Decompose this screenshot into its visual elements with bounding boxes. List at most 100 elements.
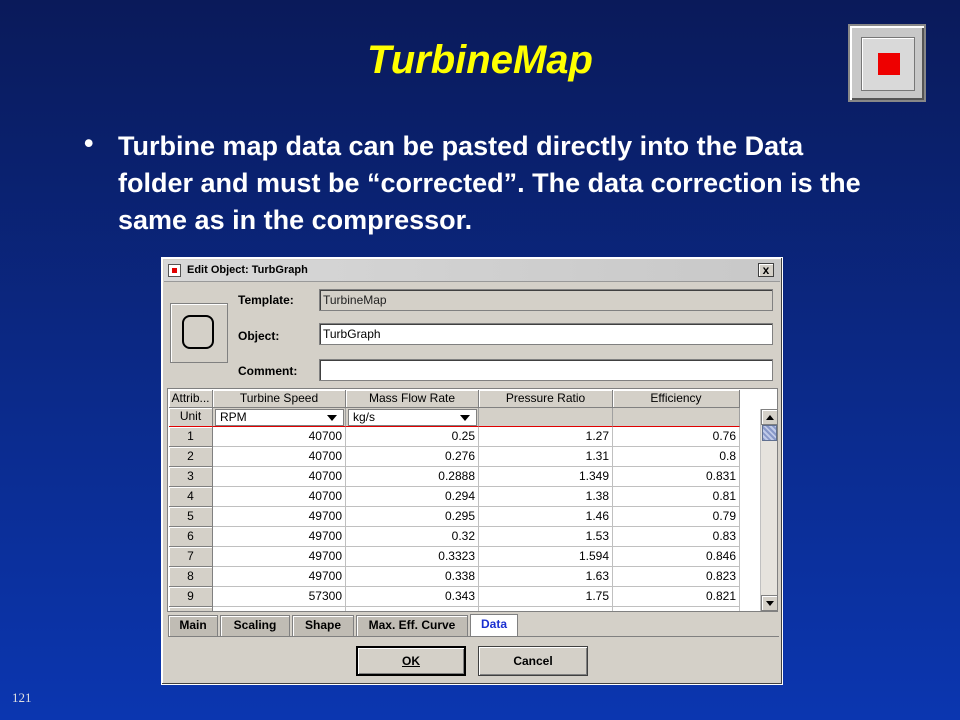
cell-pr[interactable]: 1.349 <box>479 467 613 487</box>
edit-object-dialog: Edit Object: TurbGraph x Template: Turbi… <box>161 257 783 685</box>
row-number[interactable]: 6 <box>169 527 213 547</box>
header-efficiency[interactable]: Efficiency <box>613 390 740 408</box>
tab-data[interactable]: Data <box>470 614 518 636</box>
cell-speed[interactable]: 49700 <box>213 527 346 547</box>
cell-speed[interactable]: 40700 <box>213 487 346 507</box>
scroll-thumb[interactable] <box>762 425 777 441</box>
table-row[interactable]: 5 49700 0.295 1.46 0.79 <box>169 507 759 527</box>
table-row[interactable]: 9 57300 0.343 1.75 0.821 <box>169 587 759 607</box>
cell-flow[interactable]: 0.32 <box>346 527 479 547</box>
dropdown-arrow-icon <box>327 415 337 421</box>
cell-pr[interactable]: 1.27 <box>479 427 613 447</box>
unit-label: Unit <box>169 408 213 427</box>
page-number: 121 <box>12 690 32 705</box>
comment-field[interactable] <box>319 359 773 381</box>
header-turbine-speed[interactable]: Turbine Speed <box>213 390 346 408</box>
cell-pr[interactable]: 1.75 <box>479 587 613 607</box>
cell-eff[interactable]: 0.831 <box>613 467 740 487</box>
row-number[interactable]: 2 <box>169 447 213 467</box>
cell-eff[interactable]: 0.79 <box>613 507 740 527</box>
cell-pr[interactable]: 1.63 <box>479 567 613 587</box>
tab-scaling[interactable]: Scaling <box>220 615 290 636</box>
cell-flow[interactable]: 0.343 <box>346 587 479 607</box>
header-mass-flow-rate[interactable]: Mass Flow Rate <box>346 390 479 408</box>
row-number[interactable]: 8 <box>169 567 213 587</box>
table-scrollbar[interactable] <box>760 409 777 611</box>
scroll-up-icon[interactable] <box>761 409 777 425</box>
cell-pr[interactable]: 1.38 <box>479 487 613 507</box>
ok-button[interactable]: OK <box>356 646 466 676</box>
object-label: Object: <box>238 329 280 343</box>
tab-divider <box>168 636 779 637</box>
table-row[interactable]: 8 49700 0.338 1.63 0.823 <box>169 567 759 587</box>
tab-main[interactable]: Main <box>168 615 218 636</box>
flow-unit-value: kg/s <box>353 410 376 424</box>
cell-speed[interactable]: 40700 <box>213 427 346 447</box>
cell-flow[interactable]: 0.3323 <box>346 547 479 567</box>
cell-flow[interactable]: 0.294 <box>346 487 479 507</box>
slide-title: TurbineMap <box>367 38 593 82</box>
dropdown-arrow-icon <box>460 415 470 421</box>
header-pressure-ratio[interactable]: Pressure Ratio <box>479 390 613 408</box>
cell-flow[interactable] <box>346 607 479 611</box>
cancel-button[interactable]: Cancel <box>478 646 588 676</box>
cell-speed[interactable] <box>213 607 346 611</box>
cell-speed[interactable]: 40700 <box>213 467 346 487</box>
stop-square <box>878 53 900 75</box>
cell-speed[interactable]: 49700 <box>213 567 346 587</box>
cell-speed[interactable]: 57300 <box>213 587 346 607</box>
cell-flow[interactable]: 0.338 <box>346 567 479 587</box>
cell-eff[interactable]: 0.81 <box>613 487 740 507</box>
close-icon[interactable]: x <box>758 263 774 277</box>
tab-max-eff-curve[interactable]: Max. Eff. Curve <box>356 615 468 636</box>
cell-eff[interactable]: 0.821 <box>613 587 740 607</box>
cell-flow[interactable]: 0.295 <box>346 507 479 527</box>
object-field[interactable]: TurbGraph <box>319 323 773 345</box>
table-row[interactable]: 1 40700 0.25 1.27 0.76 <box>169 427 759 447</box>
table-row[interactable]: 4 40700 0.294 1.38 0.81 <box>169 487 759 507</box>
table-row[interactable]: 3 40700 0.2888 1.349 0.831 <box>169 467 759 487</box>
row-number[interactable] <box>169 607 213 611</box>
cell-eff[interactable]: 0.76 <box>613 427 740 447</box>
cell-pr[interactable]: 1.53 <box>479 527 613 547</box>
dialog-title: Edit Object: TurbGraph <box>187 264 308 276</box>
table-row[interactable]: 6 49700 0.32 1.53 0.83 <box>169 527 759 547</box>
cell-speed[interactable]: 49700 <box>213 547 346 567</box>
table-row[interactable] <box>169 607 759 611</box>
cell-eff[interactable]: 0.83 <box>613 527 740 547</box>
cell-eff[interactable]: 0.823 <box>613 567 740 587</box>
cell-flow[interactable]: 0.2888 <box>346 467 479 487</box>
cell-eff[interactable]: 0.8 <box>613 447 740 467</box>
row-number[interactable]: 3 <box>169 467 213 487</box>
table-row[interactable]: 7 49700 0.3323 1.594 0.846 <box>169 547 759 567</box>
cell-eff[interactable] <box>613 607 740 611</box>
stop-button[interactable] <box>848 24 926 102</box>
cell-flow[interactable]: 0.25 <box>346 427 479 447</box>
row-number[interactable]: 7 <box>169 547 213 567</box>
cell-speed[interactable]: 49700 <box>213 507 346 527</box>
header-attrib[interactable]: Attrib... <box>169 390 213 408</box>
cell-pr[interactable]: 1.46 <box>479 507 613 527</box>
row-number[interactable]: 4 <box>169 487 213 507</box>
ok-label: OK <box>402 654 420 668</box>
row-number[interactable]: 9 <box>169 587 213 607</box>
cell-speed[interactable]: 40700 <box>213 447 346 467</box>
bullet-text: Turbine map data can be pasted directly … <box>118 131 861 235</box>
dialog-titlebar[interactable]: Edit Object: TurbGraph x <box>164 260 780 282</box>
comment-label: Comment: <box>238 364 298 378</box>
cell-pr[interactable]: 1.31 <box>479 447 613 467</box>
row-number[interactable]: 1 <box>169 427 213 447</box>
cell-eff[interactable]: 0.846 <box>613 547 740 567</box>
flow-unit-select[interactable]: kg/s <box>348 409 477 426</box>
cell-pr[interactable]: 1.594 <box>479 547 613 567</box>
cell-flow[interactable]: 0.276 <box>346 447 479 467</box>
tab-shape[interactable]: Shape <box>292 615 354 636</box>
object-preview <box>170 303 228 363</box>
bullet-marker: • <box>84 128 94 158</box>
table-row[interactable]: 2 40700 0.276 1.31 0.8 <box>169 447 759 467</box>
row-number[interactable]: 5 <box>169 507 213 527</box>
cell-pr[interactable] <box>479 607 613 611</box>
unit-cell-pr <box>479 408 613 427</box>
scroll-down-icon[interactable] <box>761 595 777 611</box>
speed-unit-select[interactable]: RPM <box>215 409 344 426</box>
